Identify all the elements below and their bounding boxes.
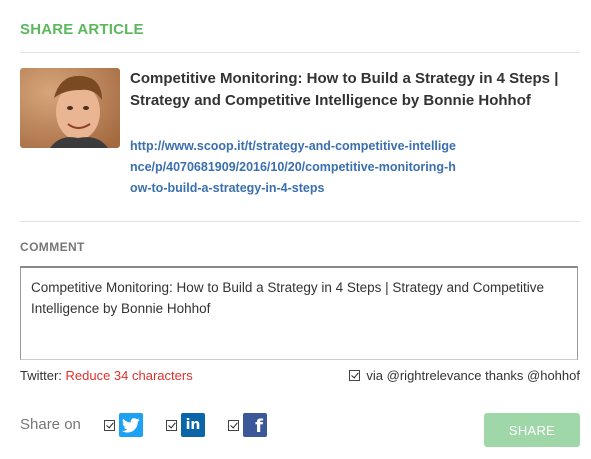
article-title: Competitive Monitoring: How to Build a S… (130, 70, 559, 109)
divider (20, 221, 580, 222)
facebook-checkbox[interactable] (228, 419, 239, 431)
share-on-label: Share on (20, 416, 81, 433)
author-avatar (20, 68, 120, 148)
linkedin-checkbox[interactable] (166, 419, 177, 431)
divider (20, 52, 580, 53)
share-linkedin-option[interactable]: in (166, 413, 205, 437)
share-facebook-option[interactable]: f (228, 413, 267, 437)
share-button[interactable]: SHARE (484, 413, 580, 447)
comment-textarea[interactable]: Competitive Monitoring: How to Build a S… (20, 266, 578, 360)
twitter-checkbox[interactable] (104, 419, 115, 431)
via-checkbox[interactable] (349, 370, 361, 381)
comment-label: COMMENT (20, 240, 85, 254)
share-twitter-option[interactable] (104, 413, 143, 437)
via-option[interactable]: via @rightrelevance thanks @hohhof (349, 368, 580, 383)
article-link[interactable]: http://www.scoop.it/t/strategy-and-compe… (130, 136, 460, 199)
share-article-dialog: SHARE ARTICLE Competitive Monitoring: Ho… (0, 0, 591, 459)
linkedin-icon[interactable]: in (181, 413, 205, 437)
dialog-title: SHARE ARTICLE (20, 21, 144, 38)
facebook-icon[interactable]: f (243, 413, 267, 437)
twitter-prefix: Twitter: (20, 368, 66, 383)
twitter-char-count: Twitter: Reduce 34 characters (20, 368, 193, 383)
twitter-icon[interactable] (119, 413, 143, 437)
via-label: via @rightrelevance thanks @hohhof (366, 368, 580, 383)
character-warning: Reduce 34 characters (65, 368, 193, 383)
